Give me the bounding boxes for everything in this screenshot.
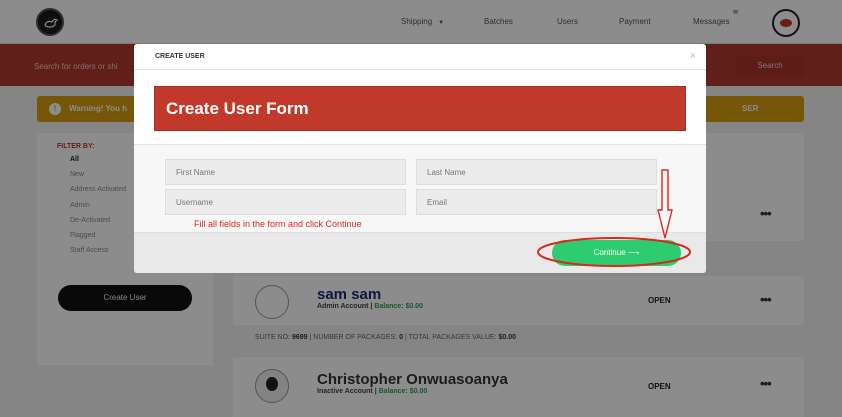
last-name-field[interactable] [416,159,657,185]
modal-header: CREATE USER × [134,44,706,70]
annotation-hint: Fill all fields in the form and click Co… [194,219,362,229]
form-banner: Create User Form [155,87,685,130]
continue-button[interactable]: Continue ⟶ [552,240,681,266]
first-name-field[interactable] [165,159,406,185]
close-icon[interactable]: × [690,50,696,62]
continue-label: Continue [593,248,626,257]
username-field[interactable] [165,189,406,215]
modal-title: CREATE USER [155,53,205,60]
create-user-modal: CREATE USER × Create User Form Continue … [134,44,706,273]
arrow-right-icon: ⟶ [627,248,640,257]
email-field[interactable] [416,189,657,215]
